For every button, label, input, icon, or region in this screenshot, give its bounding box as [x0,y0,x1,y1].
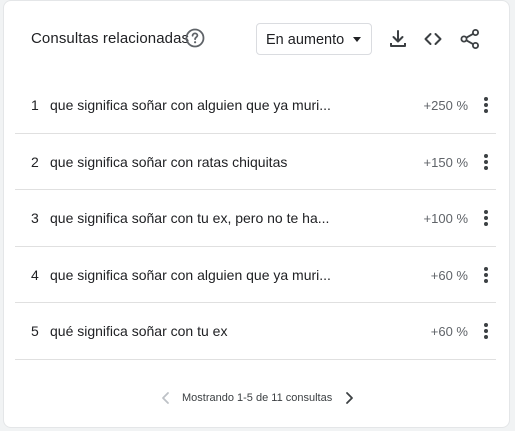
more-vert-icon[interactable] [480,321,492,341]
pagination: Mostrando 1-5 de 11 consultas [4,385,509,411]
list-item[interactable]: 1 que significa soñar con alguien que ya… [15,77,496,134]
download-icon[interactable] [387,28,409,50]
chevron-right-icon[interactable] [341,390,357,406]
help-circle-icon[interactable] [185,28,205,48]
row-rank: 5 [31,323,39,340]
row-query-link[interactable]: que significa soñar con alguien que ya m… [50,267,331,283]
more-vert-icon[interactable] [480,265,492,285]
row-rank: 2 [31,153,39,170]
row-value: +150 % [423,154,468,170]
row-rank: 3 [31,210,39,227]
embed-code-icon[interactable] [422,28,444,50]
row-value: +60 % [430,324,468,340]
list-item[interactable]: 5 qué significa soñar con tu ex +60 % [15,303,496,360]
row-value: +250 % [423,98,468,113]
row-value: +60 % [430,267,468,283]
row-rank: 4 [31,266,39,283]
row-query-link[interactable]: qué significa soñar con tu ex [50,323,227,339]
more-vert-icon[interactable] [480,152,492,172]
caret-down-icon [353,37,361,42]
row-query-link[interactable]: que significa soñar con ratas chiquitas [50,154,287,170]
row-value: +100 % [423,211,468,227]
filter-select[interactable]: En aumento [256,23,372,55]
row-query-link[interactable]: que significa soñar con alguien que ya m… [50,97,331,113]
list-item[interactable]: 3 que significa soñar con tu ex, pero no… [15,190,496,247]
list-item[interactable]: 2 que significa soñar con ratas chiquita… [15,134,496,191]
queries-list: 1 que significa soñar con alguien que ya… [15,77,496,360]
more-vert-icon[interactable] [480,95,492,115]
share-icon[interactable] [459,28,481,50]
row-query-link[interactable]: que significa soñar con tu ex, pero no t… [50,210,329,226]
list-item[interactable]: 4 que significa soñar con alguien que ya… [15,247,496,304]
card-header: Consultas relacionadas En aumento [4,1,509,77]
more-vert-icon[interactable] [480,208,492,228]
pagination-status: Mostrando 1-5 de 11 consultas [182,392,333,404]
filter-select-value: En aumento [266,32,345,48]
related-queries-card: Consultas relacionadas En aumento 1 que … [3,0,510,428]
row-rank: 1 [31,97,39,113]
card-title: Consultas relacionadas [31,30,190,47]
chevron-left-icon [162,392,169,404]
